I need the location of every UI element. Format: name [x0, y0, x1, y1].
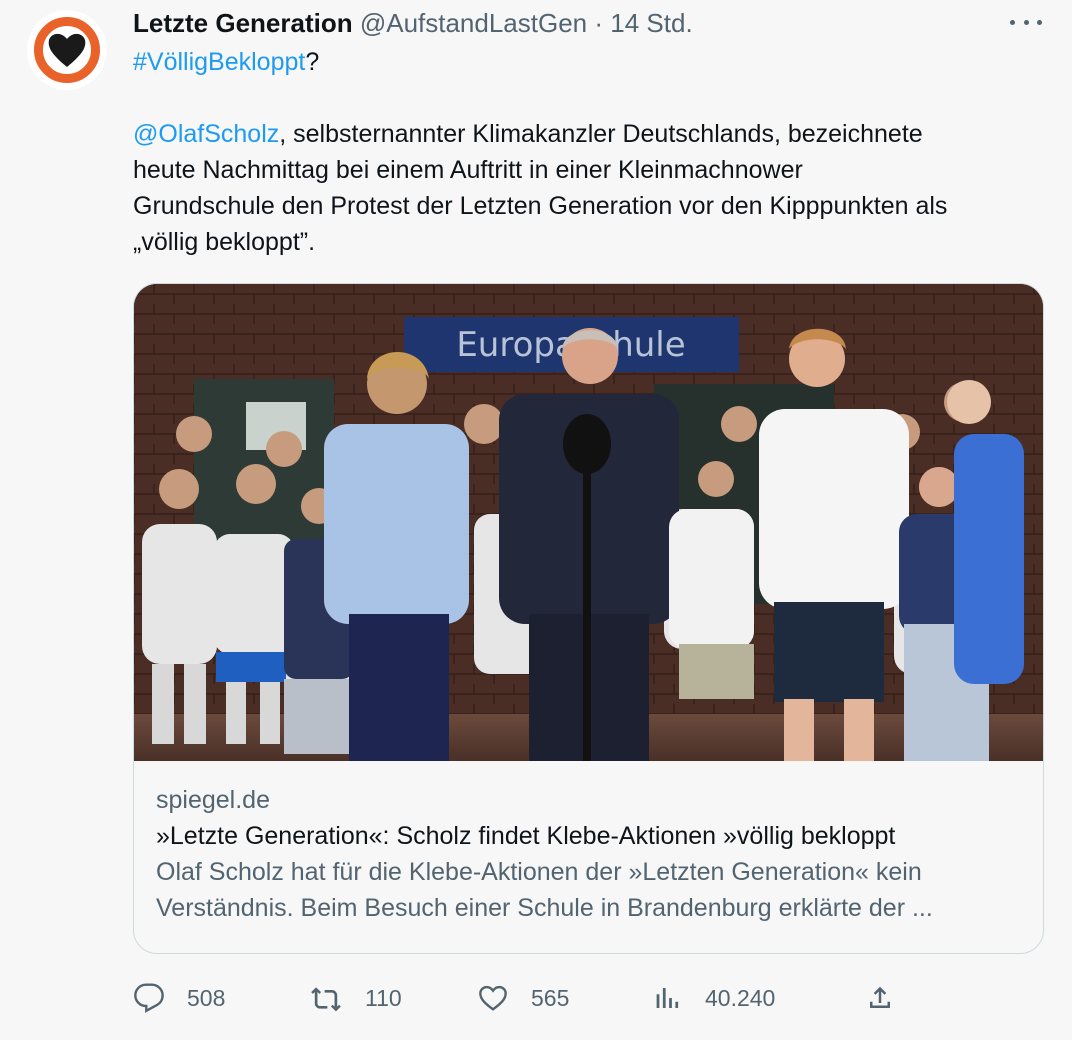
hashtag-link[interactable]: #VölligBekloppt — [133, 48, 305, 76]
card-description: Olaf Scholz hat für die Klebe-Aktionen d… — [156, 854, 1026, 926]
like-count: 565 — [531, 984, 570, 1011]
tweet-line-2: heute Nachmittag bei einem Auftritt in e… — [133, 156, 803, 184]
card-title: »Letzte Generation«: Scholz findet Klebe… — [156, 822, 896, 850]
reply-button[interactable]: 508 — [133, 978, 225, 1018]
card-photo[interactable]: Europaschule — [134, 284, 1043, 761]
share-icon — [870, 986, 890, 1008]
retweet-icon — [311, 987, 341, 1012]
tweet-line-1: , selbsternannter Klimakanzler Deutschla… — [279, 120, 923, 148]
tweet-text: #VölligBekloppt? @OlafScholz, selbsterna… — [133, 44, 1048, 260]
tweet[interactable]: Letzte Generation @AufstandLastGen · 14 … — [0, 0, 1072, 1040]
like-button[interactable]: 565 — [477, 978, 569, 1018]
card-description-line-2: Verständnis. Beim Besuch einer Schule in… — [156, 894, 933, 922]
reply-icon — [134, 983, 164, 1013]
card-text[interactable]: spiegel.de »Letzte Generation«: Scholz f… — [156, 782, 1026, 926]
tweet-line-4: „völlig bekloppt”. — [133, 228, 316, 256]
tweet-header: Letzte Generation @AufstandLastGen · 14 … — [133, 6, 693, 40]
user-handle[interactable]: @AufstandLastGen — [360, 8, 587, 38]
timestamp[interactable]: 14 Std. — [610, 8, 692, 38]
card-description-line-1: Olaf Scholz hat für die Klebe-Aktionen d… — [156, 858, 922, 886]
card-domain: spiegel.de — [156, 786, 270, 814]
display-name[interactable]: Letzte Generation — [133, 8, 353, 38]
avatar-ring — [34, 17, 100, 83]
press-photo: Europaschule — [134, 284, 1043, 761]
link-card[interactable]: Europaschule — [133, 283, 1044, 954]
views-button[interactable]: 40.240 — [653, 978, 775, 1018]
tweet-line-3: Grundschule den Protest der Letzten Gene… — [133, 192, 948, 220]
separator: · — [594, 8, 604, 38]
reply-count: 508 — [187, 984, 226, 1011]
hashtag-suffix: ? — [305, 48, 320, 76]
retweet-button[interactable]: 110 — [309, 978, 402, 1018]
mention-link[interactable]: @OlafScholz — [133, 120, 279, 148]
heart-logo-icon — [48, 33, 86, 67]
heart-icon — [479, 985, 507, 1011]
views-count: 40.240 — [705, 984, 776, 1011]
action-bar: 508 110 565 40.240 — [133, 978, 933, 1018]
more-dots-icon[interactable] — [1010, 10, 1042, 34]
avatar[interactable] — [27, 10, 107, 90]
views-chart-icon — [656, 988, 679, 1008]
share-button[interactable] — [865, 978, 895, 1018]
retweet-count: 110 — [365, 984, 402, 1011]
